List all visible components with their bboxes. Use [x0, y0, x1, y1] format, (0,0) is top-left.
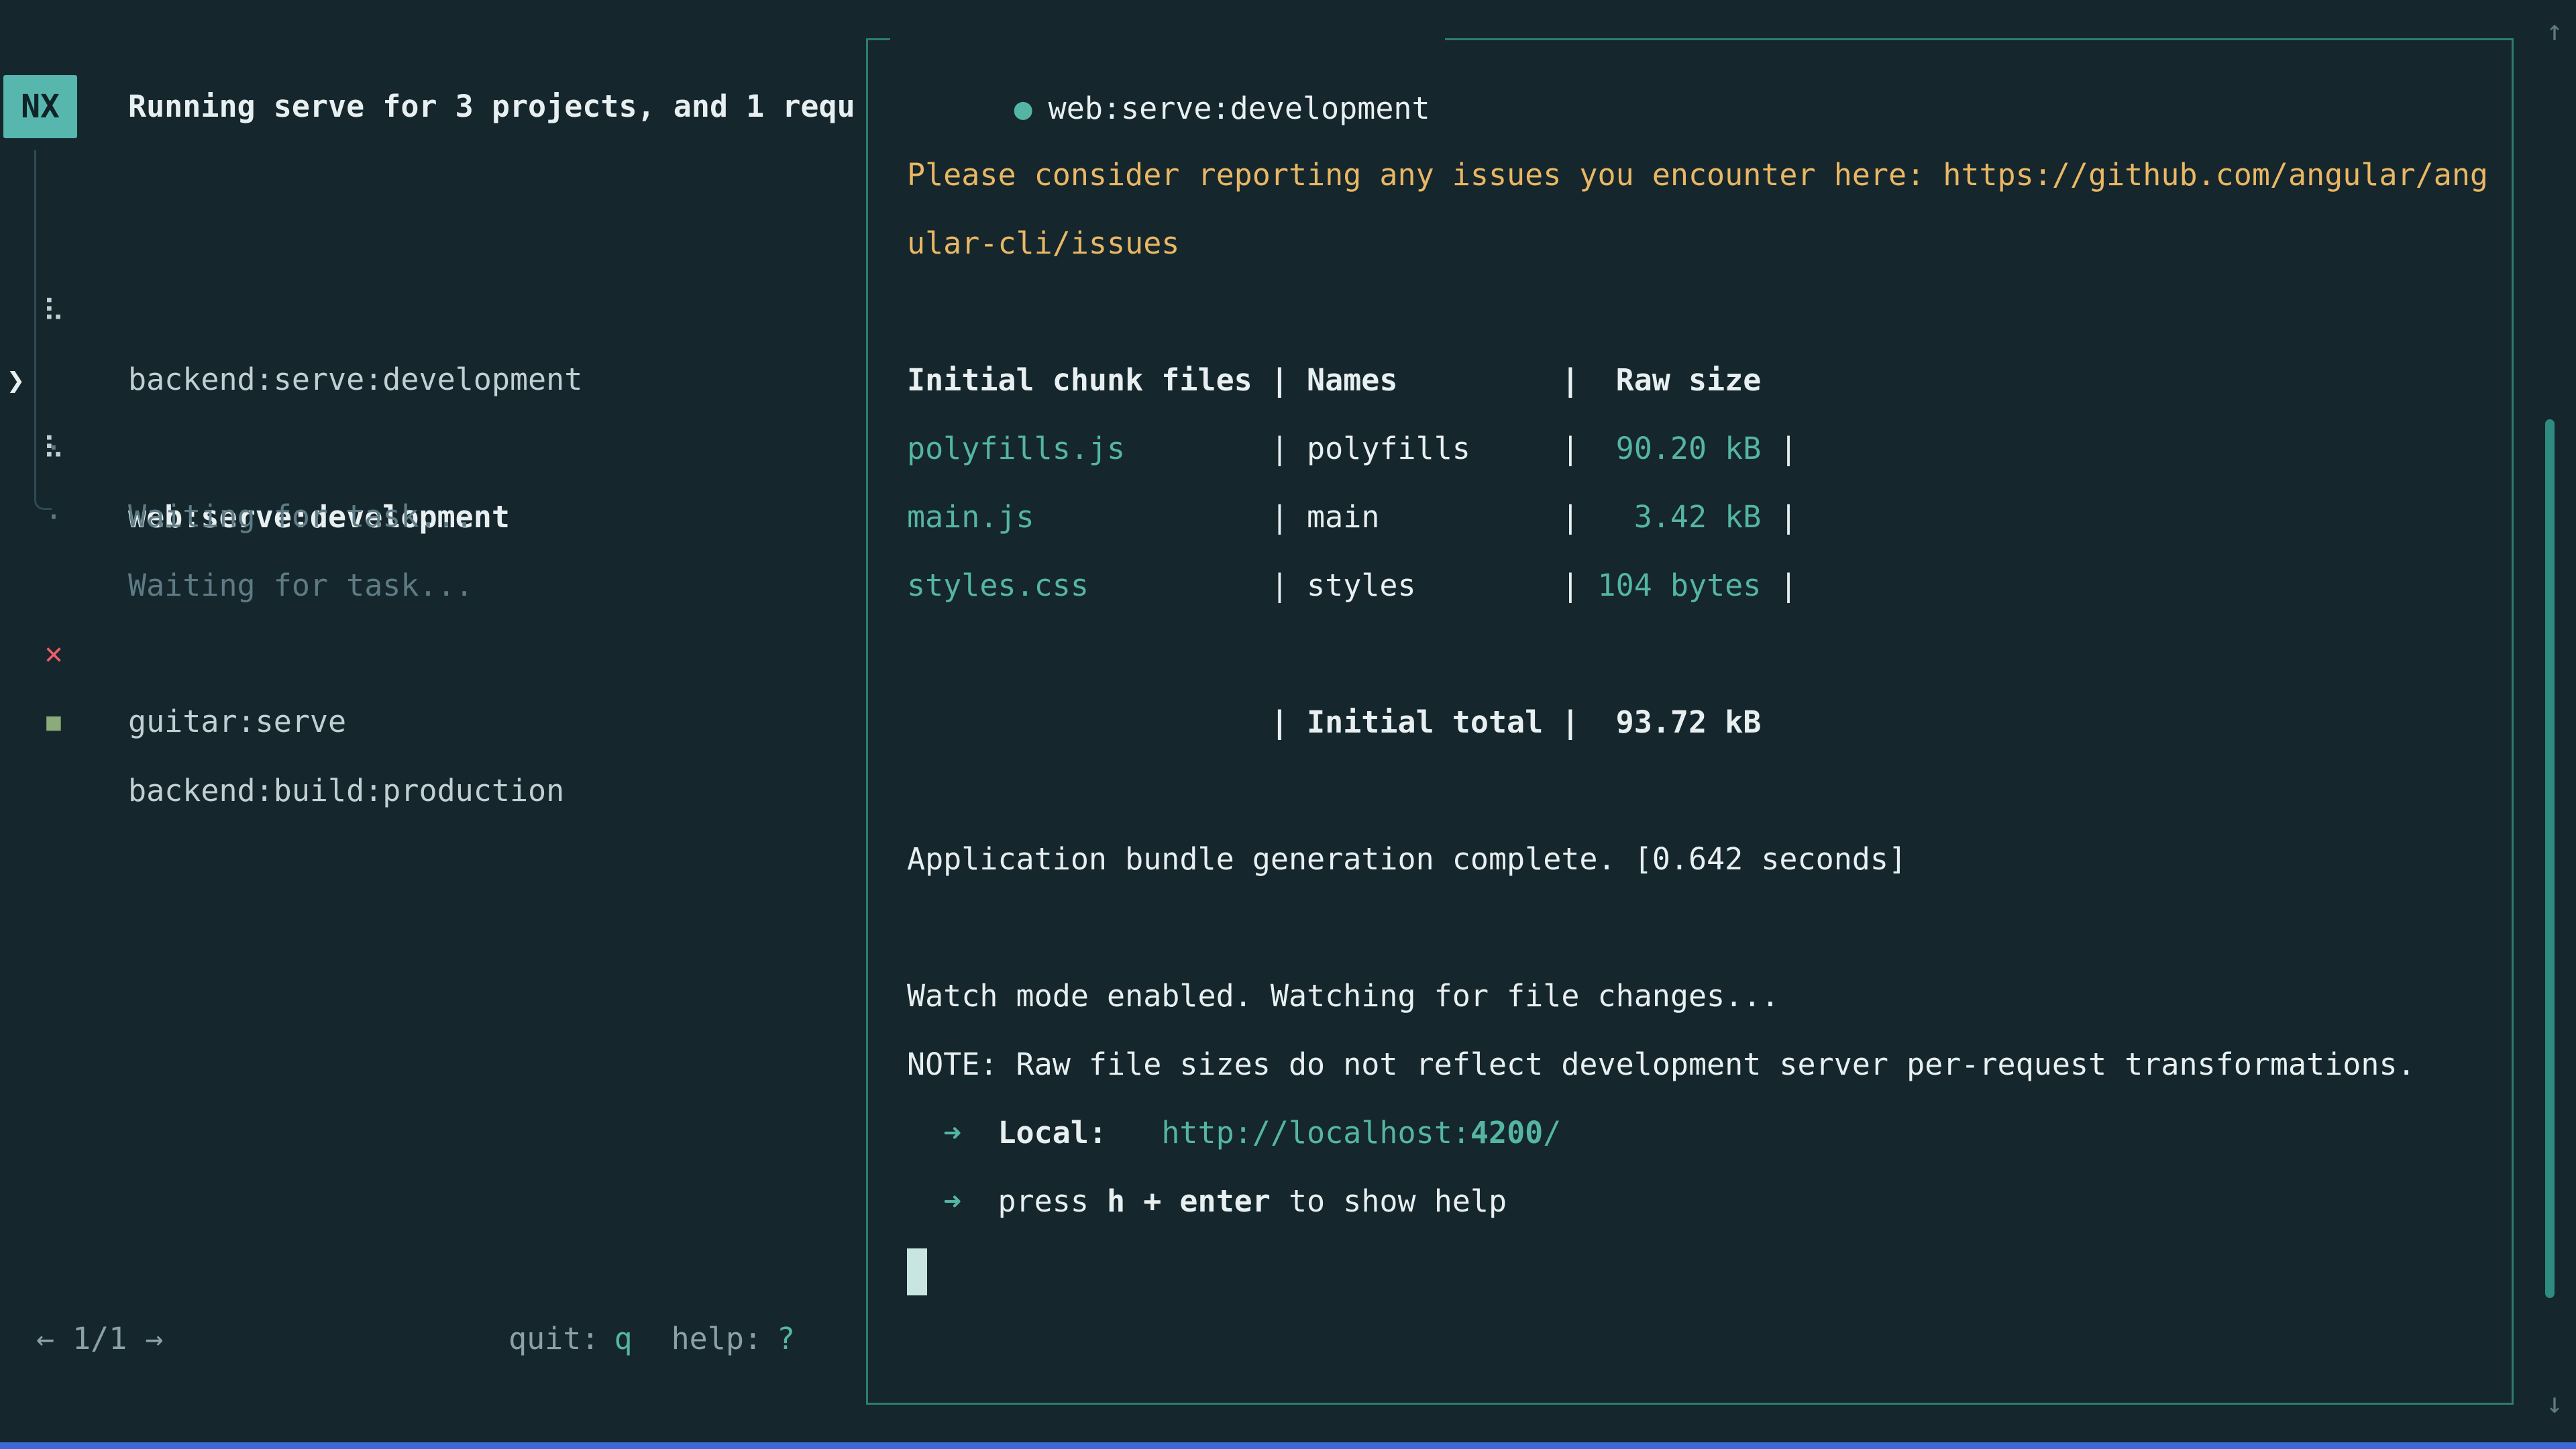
quit-key-hint: q [614, 1305, 632, 1373]
success-square-icon: ■ [38, 688, 70, 757]
text-segment: | [1779, 568, 1797, 603]
task-item-backend-serve-development[interactable]: ⠧ backend:serve:development [0, 209, 866, 277]
scroll-down-icon[interactable]: ↓ [2533, 1370, 2576, 1437]
text-segment: Initial chunk files | Names | Raw size [907, 362, 1761, 398]
text-segment: ular-cli/issues [907, 225, 1179, 261]
task-item-web-serve-development[interactable]: ❯ ⠧ web:serve:development [0, 278, 866, 346]
text-segment: main.js [907, 499, 1271, 535]
text-segment [1107, 1115, 1161, 1150]
waiting-dot-icon: · [38, 483, 70, 551]
pager-label: 1/1 [72, 1305, 127, 1373]
task-item-waiting-1[interactable]: · Waiting for task... [0, 345, 866, 414]
terminal-line: polyfills.js | polyfills | 90.20 kB | [907, 415, 2504, 483]
terminal-line: Initial chunk files | Names | Raw size [907, 346, 2504, 415]
pager: ← 1/1 → [36, 1305, 163, 1373]
terminal-line: ➜ press h + enter to show help [907, 1167, 2504, 1236]
text-segment: 104 bytes [1579, 568, 1779, 603]
local-server-url[interactable]: http://localhost: [1161, 1115, 1470, 1150]
terminal-line: ular-cli/issues [907, 209, 2504, 278]
terminal-line: Watch mode enabled. Watching for file ch… [907, 962, 2504, 1030]
help-label: help: [672, 1305, 762, 1373]
task-output-panel: ●web:serve:development Please consider r… [866, 38, 2514, 1405]
text-segment: 90.20 kB [1579, 431, 1779, 466]
terminal-line: styles.css | styles | 104 bytes | [907, 551, 2504, 620]
task-item-backend-build-production[interactable]: ■ backend:build:production [0, 620, 866, 688]
terminal-line: NOTE: Raw file sizes do not reflect deve… [907, 1030, 2504, 1099]
terminal-line [907, 894, 2504, 962]
text-segment: | [1779, 499, 1797, 535]
terminal-line: main.js | main | 3.42 kB | [907, 483, 2504, 551]
terminal-line: Please consider reporting any issues you… [907, 141, 2504, 209]
nx-logo: NX [3, 75, 77, 138]
quit-label: quit: [508, 1305, 599, 1373]
text-segment: Watch mode enabled. Watching for file ch… [907, 978, 1779, 1014]
sidebar-title: Running serve for 3 projects, and 1 requ [128, 75, 859, 138]
text-segment: | polyfills | [1271, 431, 1580, 466]
prompt-arrow-icon: ➜ [907, 1115, 998, 1150]
task-item-waiting-2[interactable]: · Waiting for task... [0, 415, 866, 483]
nx-tui-app: NX Running serve for 3 projects, and 1 r… [0, 0, 2576, 1449]
pager-prev-icon[interactable]: ← [36, 1305, 54, 1373]
pager-next-icon[interactable]: → [145, 1305, 163, 1373]
text-segment: Local: [998, 1115, 1107, 1150]
terminal-output[interactable]: Please consider reporting any issues you… [868, 40, 2512, 1403]
terminal-line [907, 757, 2504, 825]
text-segment: | Initial total | 93.72 kB [907, 704, 1761, 740]
scrollbar-thumb[interactable] [2545, 419, 2555, 1298]
text-segment: press [998, 1183, 1107, 1219]
text-segment: h + enter [1107, 1183, 1271, 1219]
terminal-line [907, 620, 2504, 688]
terminal-line: Application bundle generation complete. … [907, 825, 2504, 894]
text-segment: Please consider reporting any issues you… [907, 157, 2488, 193]
local-server-url[interactable]: / [1543, 1115, 1561, 1150]
text-segment: to show help [1271, 1183, 1507, 1219]
text-segment: polyfills.js [907, 431, 1271, 466]
terminal-line [907, 278, 2504, 346]
task-label: Waiting for task... [128, 482, 474, 551]
help-key-hint: ? [777, 1305, 795, 1373]
text-segment: styles.css [907, 568, 1271, 603]
text-segment: | styles | [1271, 568, 1580, 603]
task-label: guitar:serve [128, 688, 346, 756]
scroll-up-icon[interactable]: ↑ [2533, 0, 2576, 62]
scrollbar: ↑ ↓ [2533, 0, 2576, 1449]
task-label: backend:build:production [128, 757, 564, 825]
terminal-cursor [907, 1248, 927, 1295]
text-segment: NOTE: Raw file sizes do not reflect deve… [907, 1046, 2416, 1082]
terminal-line: | Initial total | 93.72 kB [907, 688, 2504, 757]
terminal-line [907, 1236, 2504, 1304]
window-bottom-edge [0, 1442, 2576, 1449]
text-segment: | [1779, 431, 1797, 466]
footer-hints: quit: q help: ? [508, 1305, 795, 1373]
local-server-url[interactable]: 4200 [1470, 1115, 1543, 1150]
text-segment: Application bundle generation complete. … [907, 841, 1907, 877]
task-sidebar: NX Running serve for 3 projects, and 1 r… [0, 0, 866, 1449]
task-item-guitar-serve[interactable]: ✕ guitar:serve [0, 551, 866, 619]
terminal-line: ➜ Local: http://localhost:4200/ [907, 1099, 2504, 1167]
text-segment: 3.42 kB [1579, 499, 1779, 535]
text-segment: | main | [1271, 499, 1580, 535]
prompt-arrow-icon: ➜ [907, 1183, 998, 1219]
